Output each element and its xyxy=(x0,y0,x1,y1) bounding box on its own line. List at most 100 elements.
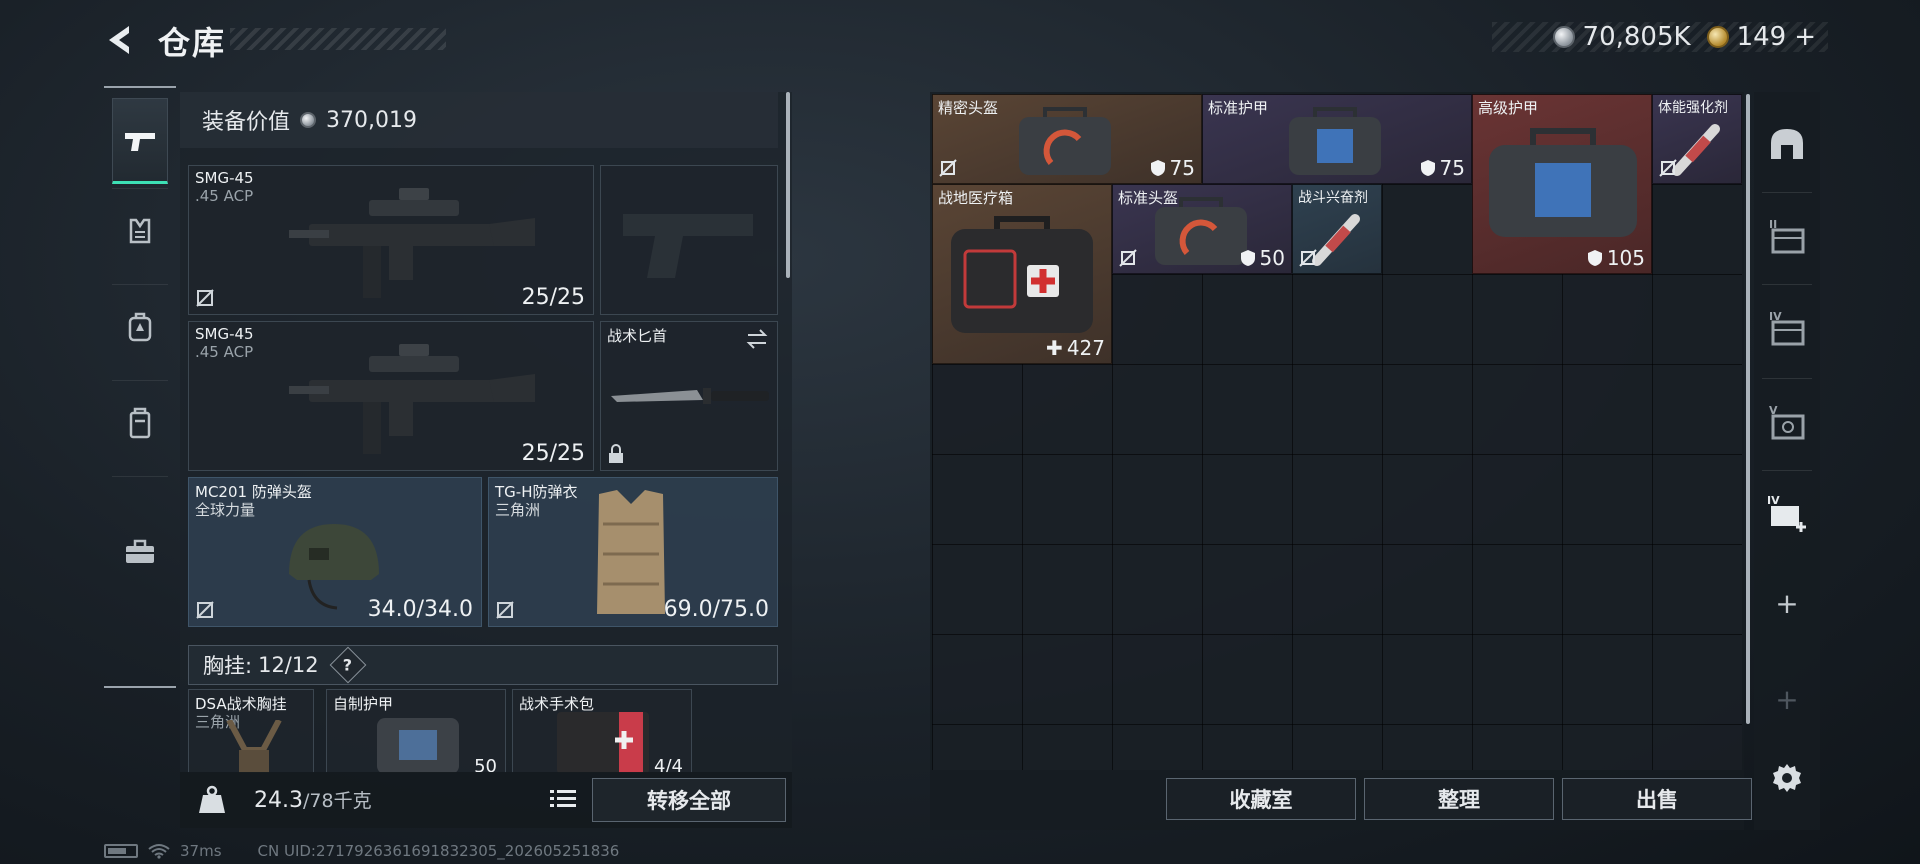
tab-crate-4[interactable]: IV xyxy=(1754,284,1820,370)
backpack-icon xyxy=(128,312,152,342)
tab-kit[interactable] xyxy=(104,508,176,594)
list-icon xyxy=(550,790,576,807)
plus-icon: + xyxy=(1775,682,1799,716)
svg-text:IV: IV xyxy=(1767,494,1780,507)
item-name: 战地医疗箱 xyxy=(938,189,1014,207)
equipment-value-label: 装备价值 xyxy=(202,110,291,135)
ammo-count: 25/25 xyxy=(521,285,585,310)
tab-add-crate-4[interactable]: IV xyxy=(1754,470,1820,556)
collection-room-button[interactable]: 收藏室 xyxy=(1166,778,1356,820)
transfer-all-button[interactable]: 转移全部 xyxy=(592,778,786,822)
bag-icon xyxy=(1155,197,1247,265)
add-crate-4-icon: IV xyxy=(1767,494,1806,532)
pistol-placeholder-icon xyxy=(623,214,753,278)
status-bar: 37ms CN UID:2717926361691832305_20260525… xyxy=(104,842,619,860)
tab-crate-2[interactable]: II xyxy=(1754,192,1820,278)
pistol-slot[interactable] xyxy=(600,165,778,315)
melee-slot[interactable]: 战术匕首 xyxy=(600,321,778,471)
silver-coin-icon xyxy=(300,112,317,128)
gold-currency[interactable]: 149 + xyxy=(1706,22,1816,52)
tab-container[interactable] xyxy=(104,380,176,466)
no-insure-icon xyxy=(1299,249,1317,267)
no-insure-icon xyxy=(496,601,514,619)
weight-text: 24.3/78千克 xyxy=(254,786,372,813)
no-insure-icon xyxy=(196,601,214,619)
item-name: 精密头盔 xyxy=(938,99,999,117)
gear-icon xyxy=(1773,764,1801,792)
battery-icon xyxy=(104,844,138,858)
helmet-slot[interactable]: MC201 防弹头盔 全球力量 34.0/34.0 xyxy=(188,477,482,627)
item-name: 标准护甲 xyxy=(1208,99,1269,117)
melee-name: 战术匕首 xyxy=(607,327,668,345)
tab-armor[interactable] xyxy=(104,188,176,274)
sort-button[interactable]: 整理 xyxy=(1364,778,1554,820)
tab-crate-5[interactable]: V xyxy=(1754,378,1820,464)
primary-weapon-slot-1[interactable]: SMG-45 .45 ACP 25/25 xyxy=(188,165,594,315)
silver-currency[interactable]: 70,805K xyxy=(1552,22,1691,52)
armor-brand: 三角洲 xyxy=(495,501,541,519)
body-armor-slot[interactable]: TG-H防弹衣 三角洲 69.0/75.0 xyxy=(488,477,778,627)
settings-button[interactable] xyxy=(1754,748,1820,808)
silver-coin-icon xyxy=(1552,26,1575,48)
rig-slot[interactable]: DSA战术胸挂 三角洲 xyxy=(188,689,314,773)
smg-icon xyxy=(289,188,535,298)
primary-weapon-slot-2[interactable]: SMG-45 .45 ACP 25/25 xyxy=(188,321,594,471)
help-button[interactable]: ? xyxy=(329,646,366,684)
shield-icon xyxy=(1240,250,1255,266)
item-value: 105 xyxy=(1606,246,1645,270)
storage-item-advanced-armor[interactable]: 高级护甲 105 xyxy=(1472,94,1652,274)
ammo-count: 25/25 xyxy=(521,441,585,466)
rig-item-value: 4/4 xyxy=(654,756,683,773)
swap-icon[interactable] xyxy=(745,328,769,350)
rig-item-value: 50 xyxy=(474,756,497,773)
storage-item-field-medkit[interactable]: 战地医疗箱 ✚ 427 xyxy=(932,184,1112,364)
weight-icon xyxy=(199,785,225,813)
list-view-button[interactable] xyxy=(546,782,580,816)
bag-icon xyxy=(1289,107,1381,175)
uid-text: CN UID:2717926361691832305_202605251836 xyxy=(257,842,620,860)
storage-tabs: II IV V IV + + xyxy=(1754,92,1820,830)
crate-2-icon: II xyxy=(1769,218,1805,254)
shield-icon xyxy=(1420,160,1435,176)
gold-amount: 149 xyxy=(1736,22,1787,52)
no-insure-icon xyxy=(196,289,214,307)
armor-bag-icon xyxy=(377,718,459,773)
toolbox-icon xyxy=(126,539,154,563)
gold-add-icon[interactable]: + xyxy=(1794,22,1816,52)
equipment-scrollbar[interactable] xyxy=(786,92,790,278)
rig-item-surgery-kit[interactable]: 战术手术包 4/4 xyxy=(512,689,692,773)
gold-coin-icon xyxy=(1706,26,1729,48)
title-stripe-decoration xyxy=(230,28,446,50)
storage-item-standard-helmet[interactable]: 标准头盔 50 xyxy=(1112,184,1292,274)
weight-current: 24.3 xyxy=(254,788,303,813)
help-icon: ? xyxy=(342,655,353,675)
tab-weapons[interactable] xyxy=(112,98,168,184)
plus-icon: + xyxy=(1775,586,1799,620)
canister-icon xyxy=(129,407,151,439)
wifi-icon xyxy=(148,844,170,859)
storage-item-precision-helmet[interactable]: 精密头盔 75 xyxy=(932,94,1202,184)
item-value: 50 xyxy=(1259,246,1285,270)
tab-backpack[interactable] xyxy=(104,284,176,370)
storage-item-combat-stimulant[interactable]: 战斗兴奋剂 xyxy=(1292,184,1382,274)
no-insure-icon xyxy=(1659,159,1677,177)
storage-scrollbar[interactable] xyxy=(1746,94,1750,724)
weapon-name: SMG-45 xyxy=(195,169,254,187)
equipment-value-header: 装备价值 370,019 xyxy=(180,92,778,148)
pistol-icon xyxy=(125,133,155,151)
storage-item-standard-armor[interactable]: 标准护甲 75 xyxy=(1202,94,1472,184)
tab-storage-main[interactable] xyxy=(1754,100,1820,186)
storage-item-stamina-booster[interactable]: 体能强化剂 xyxy=(1652,94,1742,184)
equipment-panel: 装备价值 370,019 SMG-45 .45 ACP 25/25 SMG-45 xyxy=(180,92,792,773)
crate-5-icon: V xyxy=(1769,404,1805,440)
equipment-value: 370,019 xyxy=(326,107,417,133)
bag-icon xyxy=(1019,107,1111,175)
sell-button[interactable]: 出售 xyxy=(1562,778,1752,820)
back-button[interactable] xyxy=(100,20,140,60)
add-storage-button[interactable]: + xyxy=(1754,578,1820,628)
rig-item-armor[interactable]: 自制护甲 50 xyxy=(326,689,506,773)
bag-icon xyxy=(1489,128,1637,237)
no-insure-icon xyxy=(939,159,957,177)
item-name: 体能强化剂 xyxy=(1658,100,1728,116)
weapon-name: SMG-45 xyxy=(195,325,254,343)
